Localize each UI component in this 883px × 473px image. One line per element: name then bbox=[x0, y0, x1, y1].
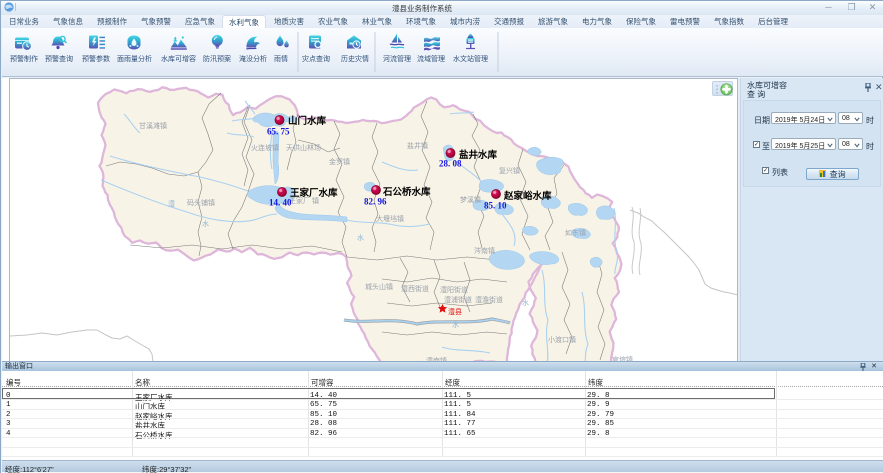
svg-text:城头山镇: 城头山镇 bbox=[365, 282, 393, 291]
svg-text:码头铺镇: 码头铺镇 bbox=[187, 198, 215, 207]
svg-text:澧澹街道: 澧澹街道 bbox=[475, 295, 503, 304]
svg-text:85. 10: 85. 10 bbox=[484, 201, 507, 211]
svg-text:赵家峪水库: 赵家峪水库 bbox=[503, 190, 552, 202]
svg-text:梦溪镇: 梦溪镇 bbox=[460, 195, 481, 204]
svg-text:65. 75: 65. 75 bbox=[267, 127, 290, 137]
svg-text:水: 水 bbox=[357, 233, 364, 242]
svg-text:澧: 澧 bbox=[168, 199, 175, 208]
svg-text:如东镇: 如东镇 bbox=[565, 228, 586, 237]
svg-text:火连坡镇: 火连坡镇 bbox=[251, 143, 279, 152]
svg-text:盐井水库: 盐井水库 bbox=[459, 149, 498, 161]
svg-text:盐井镇: 盐井镇 bbox=[407, 141, 428, 150]
svg-text:甘溪滩镇: 甘溪滩镇 bbox=[139, 121, 167, 130]
svg-text:天供山林场: 天供山林场 bbox=[286, 143, 321, 152]
svg-text:小渡口镇: 小渡口镇 bbox=[548, 335, 576, 344]
svg-text:28. 08: 28. 08 bbox=[439, 159, 462, 169]
svg-text:王家厂水库: 王家厂水库 bbox=[290, 187, 338, 199]
svg-text:82. 96: 82. 96 bbox=[364, 197, 387, 207]
svg-text:14. 40: 14. 40 bbox=[269, 198, 292, 208]
svg-text:复兴镇: 复兴镇 bbox=[499, 166, 520, 175]
svg-text:大堰垱镇: 大堰垱镇 bbox=[376, 214, 404, 223]
svg-text:水: 水 bbox=[452, 320, 459, 329]
svg-text:澧县: 澧县 bbox=[448, 307, 462, 316]
svg-text:金罗镇: 金罗镇 bbox=[329, 157, 350, 166]
svg-text:澧西街道: 澧西街道 bbox=[401, 284, 429, 293]
svg-text:澧阳街道: 澧阳街道 bbox=[440, 285, 468, 294]
svg-text:涔南镇: 涔南镇 bbox=[474, 246, 495, 255]
svg-text:水: 水 bbox=[202, 219, 209, 228]
svg-text:山门水库: 山门水库 bbox=[288, 115, 327, 127]
svg-text:石公桥水库: 石公桥水库 bbox=[382, 186, 431, 198]
svg-text:澧浦街道: 澧浦街道 bbox=[444, 295, 472, 304]
svg-text:水: 水 bbox=[522, 298, 529, 307]
